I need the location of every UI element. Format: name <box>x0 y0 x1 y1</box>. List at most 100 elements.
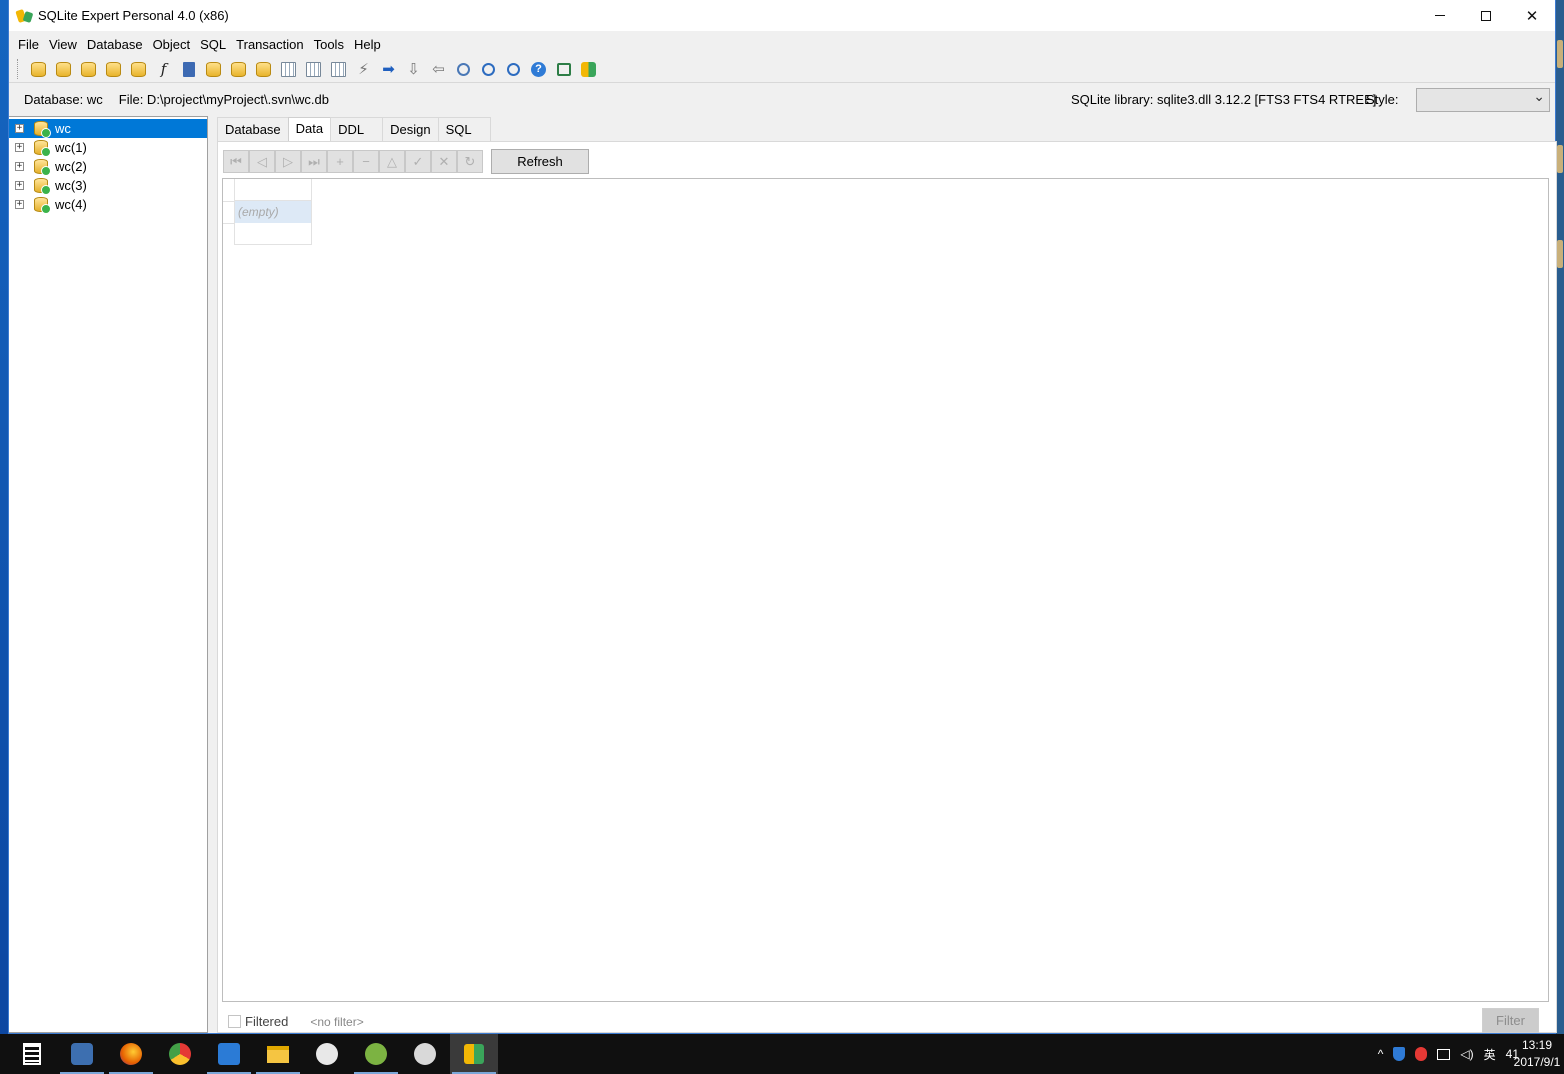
network-icon[interactable] <box>1437 1048 1451 1060</box>
first-record-button[interactable]: ⏮ <box>223 150 249 173</box>
tree-item-label: wc <box>53 120 73 137</box>
system-clock[interactable]: 13:19 2017/9/1 <box>1510 1037 1564 1071</box>
grid-new-row[interactable] <box>235 223 312 245</box>
settings-icon[interactable] <box>451 58 476 80</box>
taskbar-qq[interactable] <box>401 1034 449 1074</box>
database-tree: + wc + wc(1) + wc(2) + wc(3) + wc(4) <box>9 116 208 1033</box>
database-file-path: File: D:\project\myProject\.svn\wc.db <box>118 91 329 107</box>
help-icon[interactable]: ? <box>526 58 551 80</box>
tree-item-wc-1[interactable]: + wc(1) <box>9 138 207 157</box>
back-arrow-icon[interactable]: ⇦ <box>426 58 451 80</box>
visual-studio-code-icon <box>218 1043 240 1065</box>
tab-sql[interactable]: SQL <box>437 117 491 141</box>
table-icon[interactable] <box>276 58 301 80</box>
tab-database[interactable]: Database <box>217 117 289 141</box>
expand-icon[interactable]: + <box>15 124 24 133</box>
input-method-indicator[interactable]: 英 <box>1484 1046 1496 1063</box>
expand-icon[interactable]: + <box>15 200 24 209</box>
filter-expression[interactable]: <no filter> <box>310 1015 363 1029</box>
maximize-button[interactable] <box>1463 0 1509 31</box>
empty-grid-placeholder[interactable]: (empty) <box>235 201 312 223</box>
tree-item-wc-4[interactable]: + wc(4) <box>9 195 207 214</box>
query-icon[interactable]: ⚡ <box>351 58 376 80</box>
insert-record-button[interactable]: + <box>327 150 353 173</box>
data-grid[interactable]: (empty) <box>222 178 1549 1002</box>
tree-item-wc-3[interactable]: + wc(3) <box>9 176 207 195</box>
book-icon[interactable] <box>176 58 201 80</box>
style-dropdown[interactable] <box>1416 88 1550 112</box>
menu-view[interactable]: View <box>44 34 82 56</box>
edit-record-button[interactable]: △ <box>379 150 405 173</box>
taskbar-vscode[interactable] <box>205 1034 253 1074</box>
cancel-edit-button[interactable]: ✕ <box>431 150 457 173</box>
function-icon[interactable]: f <box>151 58 176 80</box>
desktop-icon[interactable] <box>1557 40 1563 68</box>
import-icon[interactable] <box>201 58 226 80</box>
tree-item-wc-2[interactable]: + wc(2) <box>9 157 207 176</box>
new-database-icon[interactable] <box>26 58 51 80</box>
firefox-icon <box>120 1043 142 1065</box>
menu-help[interactable]: Help <box>349 34 386 56</box>
prior-record-button[interactable]: ◁ <box>249 150 275 173</box>
desktop-icon[interactable] <box>1557 240 1563 268</box>
android-studio-icon <box>365 1043 387 1065</box>
remove-database-icon[interactable] <box>76 58 101 80</box>
expand-icon[interactable]: + <box>15 143 24 152</box>
menu-tools[interactable]: Tools <box>309 34 349 56</box>
next-record-button[interactable]: ▷ <box>275 150 301 173</box>
qq-icon <box>414 1043 436 1065</box>
menu-object[interactable]: Object <box>148 34 196 56</box>
window-icon[interactable] <box>551 58 576 80</box>
title-bar[interactable]: SQLite Expert Personal 4.0 (x86) ✕ <box>9 0 1555 31</box>
new-table-icon[interactable] <box>326 58 351 80</box>
database-options-icon[interactable] <box>251 58 276 80</box>
volume-icon[interactable]: ◁) <box>1460 1047 1473 1061</box>
menu-database[interactable]: Database <box>82 34 148 56</box>
tab-data[interactable]: Data <box>287 117 332 142</box>
post-edit-button[interactable]: ✓ <box>405 150 431 173</box>
show-hidden-icons[interactable]: ^ <box>1378 1047 1384 1061</box>
toolbar-grip[interactable] <box>17 59 20 79</box>
delete-record-button[interactable]: − <box>353 150 379 173</box>
clock-date: 2017/9/1 <box>1513 1055 1561 1069</box>
cloud-upload-icon[interactable] <box>476 58 501 80</box>
taskbar-android-studio[interactable] <box>352 1034 400 1074</box>
taskbar-drop-app[interactable] <box>303 1034 351 1074</box>
taskbar-calculator[interactable] <box>8 1034 56 1074</box>
desktop-icon[interactable] <box>1557 145 1563 173</box>
attach-database-icon[interactable] <box>126 58 151 80</box>
close-button[interactable]: ✕ <box>1509 0 1555 31</box>
tree-item-wc[interactable]: + wc <box>9 119 207 138</box>
refresh-data-button[interactable]: ↻ <box>457 150 483 173</box>
grid-header-cell[interactable] <box>235 179 312 201</box>
refresh-button[interactable]: Refresh <box>491 149 589 174</box>
menu-sql[interactable]: SQL <box>195 34 231 56</box>
filter-button[interactable]: Filter <box>1482 1008 1539 1033</box>
minimize-button[interactable] <box>1417 0 1463 31</box>
menu-transaction[interactable]: Transaction <box>231 34 308 56</box>
taskbar-file-explorer[interactable] <box>254 1034 302 1074</box>
expand-icon[interactable]: + <box>15 162 24 171</box>
cloud-download-icon[interactable] <box>501 58 526 80</box>
taskbar-firefox[interactable] <box>107 1034 155 1074</box>
window-title: SQLite Expert Personal 4.0 (x86) <box>38 8 229 23</box>
app-logo-icon[interactable] <box>576 58 601 80</box>
last-record-button[interactable]: ⏭ <box>301 150 327 173</box>
tab-ddl[interactable]: DDL <box>330 117 384 141</box>
qq-tray-icon[interactable] <box>1415 1047 1428 1061</box>
filtered-checkbox[interactable] <box>228 1015 241 1028</box>
down-arrow-icon[interactable]: ⇩ <box>401 58 426 80</box>
tab-design[interactable]: Design <box>382 117 439 141</box>
menu-file[interactable]: File <box>13 34 44 56</box>
edit-database-icon[interactable] <box>101 58 126 80</box>
forward-arrow-icon[interactable]: ➡ <box>376 58 401 80</box>
export-icon[interactable] <box>226 58 251 80</box>
taskbar-sqlite-expert[interactable] <box>450 1034 498 1074</box>
shield-icon[interactable] <box>1393 1047 1406 1061</box>
taskbar-chrome[interactable] <box>156 1034 204 1074</box>
taskbar-app-penguin[interactable] <box>58 1034 106 1074</box>
table-view-icon[interactable] <box>301 58 326 80</box>
expand-icon[interactable]: + <box>15 181 24 190</box>
filter-bar: Filtered <no filter> <box>228 1014 364 1029</box>
add-database-icon[interactable] <box>51 58 76 80</box>
